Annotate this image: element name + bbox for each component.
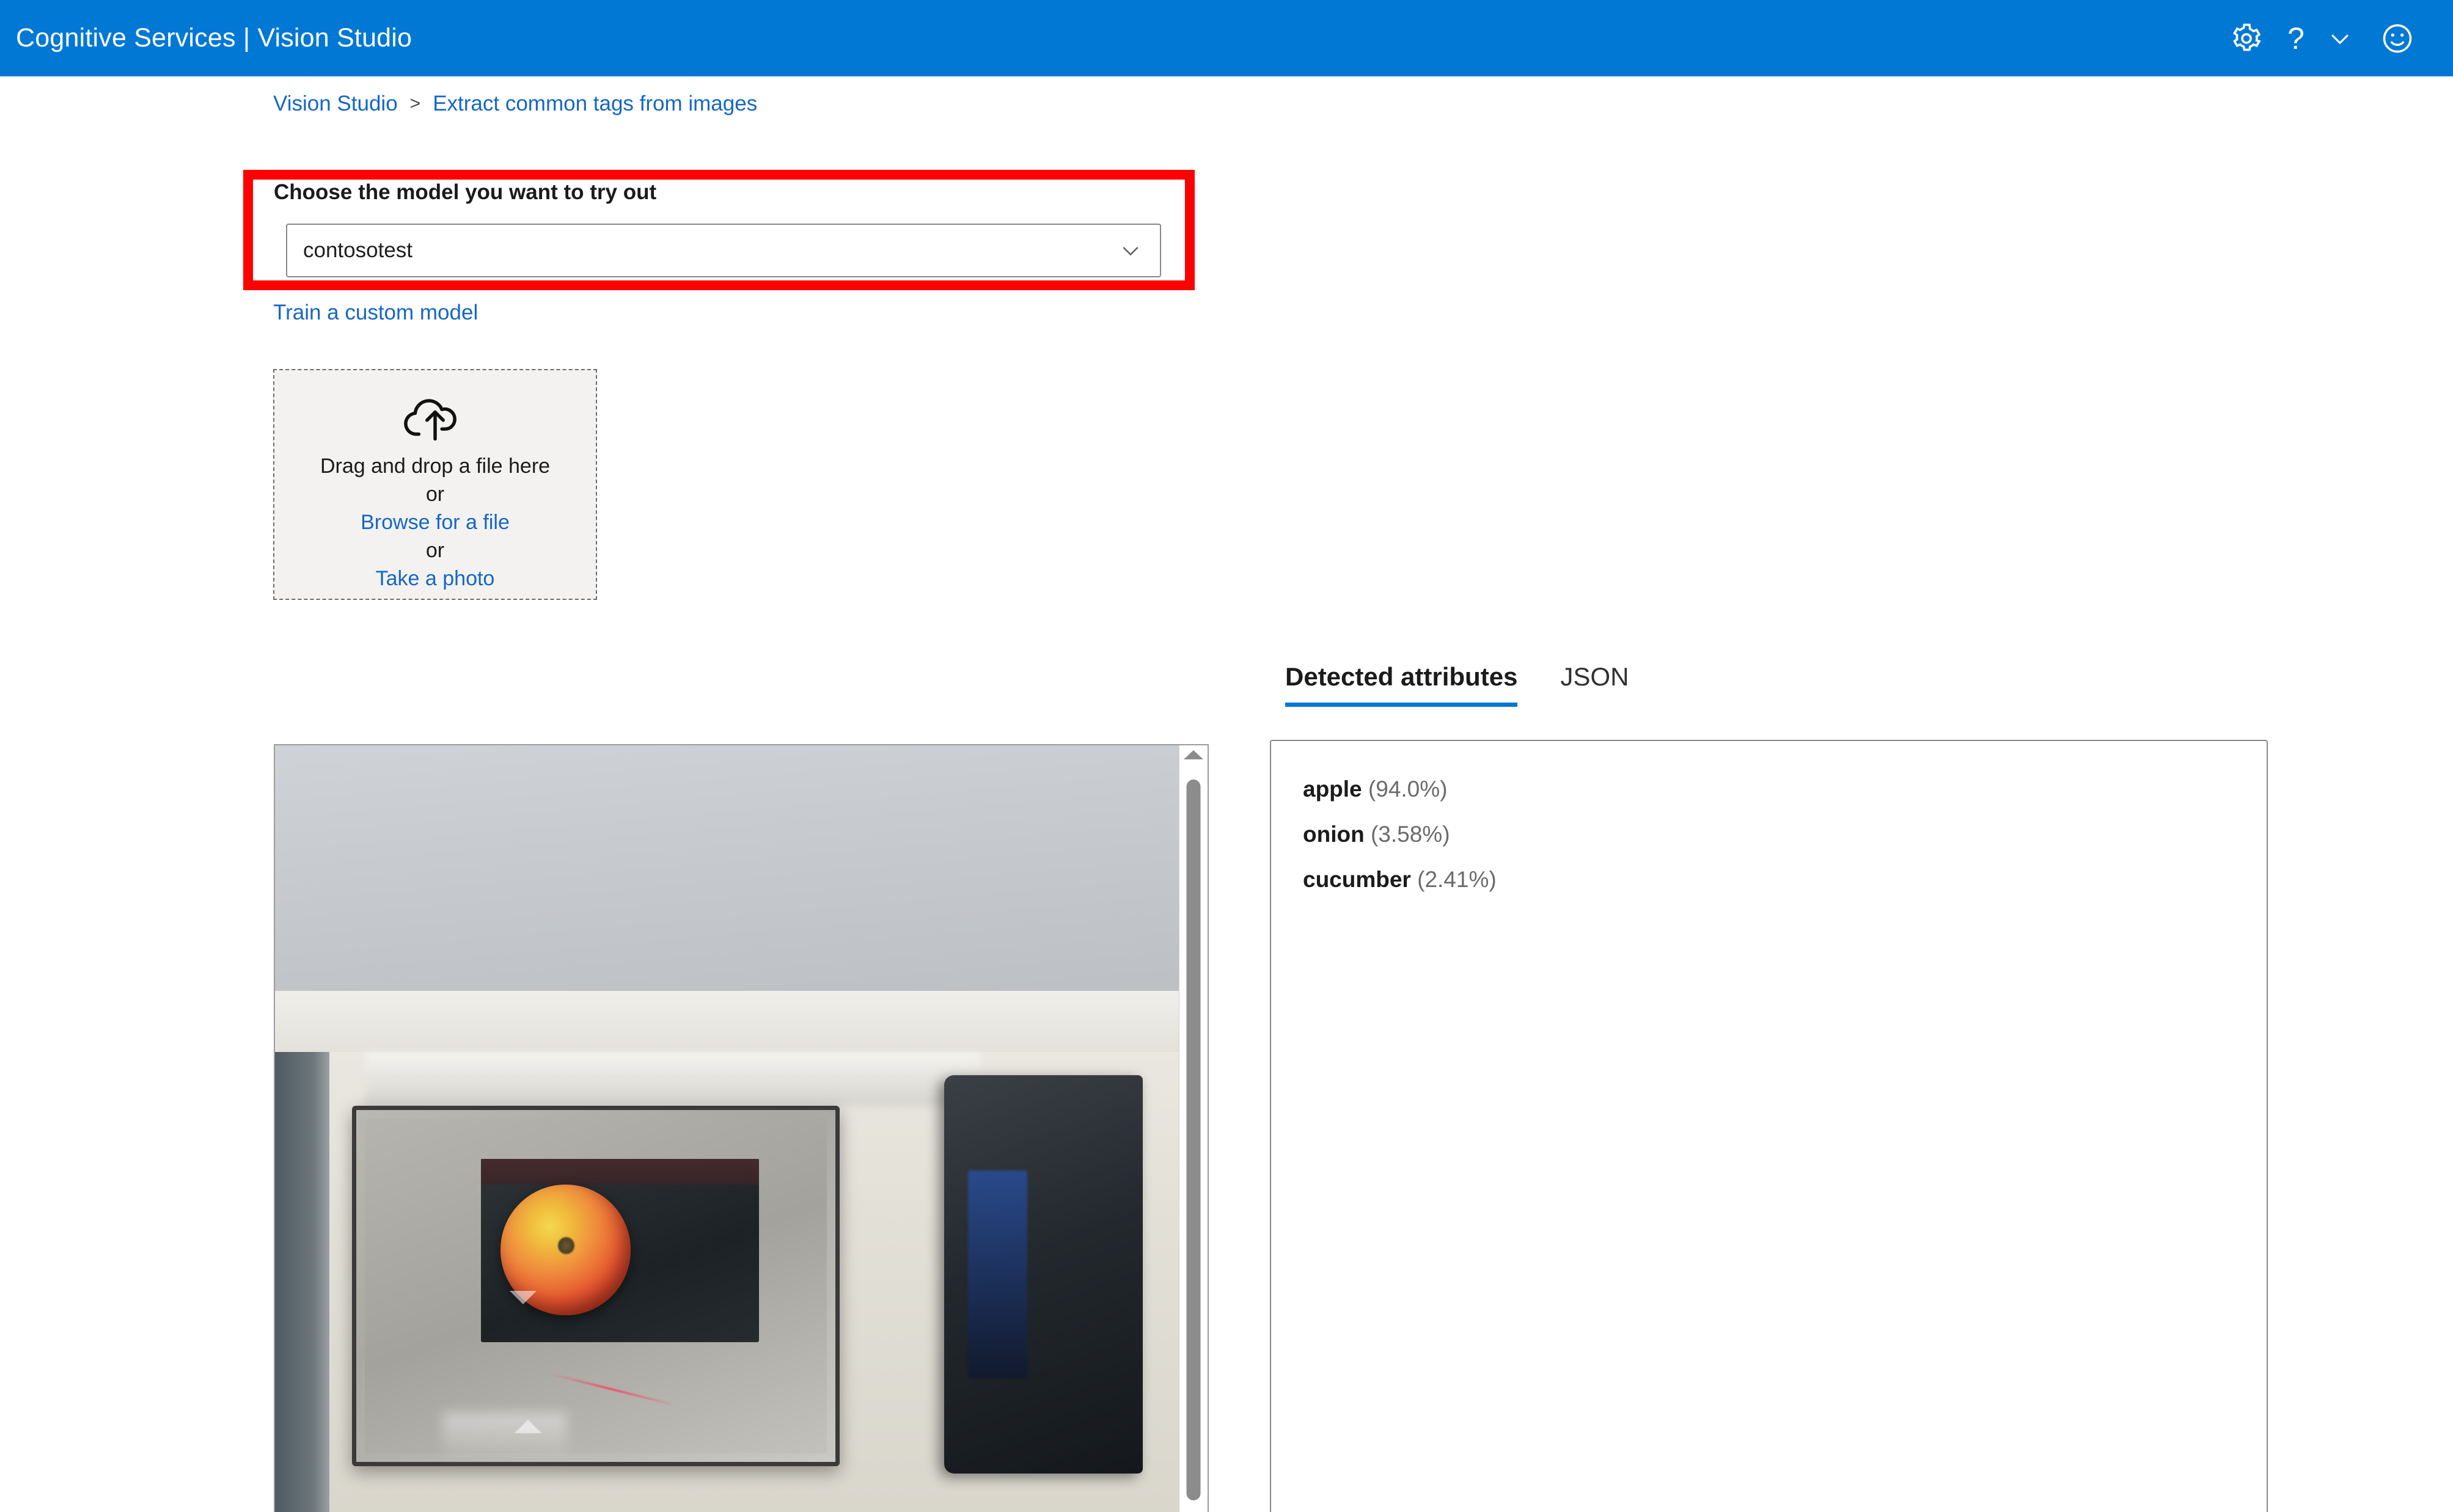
result-confidence: (3.58%) bbox=[1370, 822, 1450, 847]
app-header: Cognitive Services | Vision Studio ? bbox=[0, 0, 2453, 76]
file-dropzone[interactable]: Drag and drop a file here or Browse for … bbox=[273, 369, 597, 600]
cloud-upload-icon bbox=[402, 392, 469, 444]
list-item: cucumber (2.41%) bbox=[1303, 857, 2267, 902]
detected-attributes-panel: apple (94.0%) onion (3.58%) cucumber (2.… bbox=[1270, 740, 2268, 1512]
vertical-scrollbar[interactable] bbox=[1179, 745, 1208, 1512]
uploaded-image bbox=[275, 745, 1179, 1512]
list-item: onion (3.58%) bbox=[1303, 812, 2267, 857]
tab-json[interactable]: JSON bbox=[1560, 662, 1629, 707]
result-tag-name: onion bbox=[1303, 822, 1365, 847]
image-viewport bbox=[275, 745, 1179, 1512]
breadcrumb-separator-icon: > bbox=[409, 93, 421, 114]
result-confidence: (2.41%) bbox=[1417, 867, 1497, 892]
result-tag-name: apple bbox=[1303, 776, 1362, 802]
results-tabs: Detected attributes JSON bbox=[1285, 662, 1629, 707]
dropzone-or-1: or bbox=[425, 483, 445, 506]
triangle-up-icon[interactable] bbox=[1184, 750, 1204, 759]
breadcrumb: Vision Studio > Extract common tags from… bbox=[273, 92, 757, 116]
result-confidence: (94.0%) bbox=[1368, 776, 1448, 802]
list-item: apple (94.0%) bbox=[1303, 767, 2267, 812]
dropzone-primary-text: Drag and drop a file here bbox=[320, 455, 551, 478]
scrollbar-thumb[interactable] bbox=[1186, 780, 1201, 1500]
tab-detected-attributes[interactable]: Detected attributes bbox=[1285, 662, 1518, 707]
help-glyph: ? bbox=[2287, 21, 2304, 56]
model-select-value: contosotest bbox=[303, 238, 413, 262]
model-picker-label: Choose the model you want to try out bbox=[274, 180, 657, 204]
take-a-photo-link[interactable]: Take a photo bbox=[376, 564, 495, 593]
model-select-dropdown[interactable]: contosotest bbox=[286, 224, 1161, 277]
header-actions: ? bbox=[2217, 0, 2431, 76]
train-custom-model-link[interactable]: Train a custom model bbox=[273, 301, 478, 325]
dropzone-or-2: or bbox=[425, 539, 445, 562]
breadcrumb-item-vision-studio[interactable]: Vision Studio bbox=[273, 92, 398, 116]
chevron-down-icon[interactable] bbox=[2316, 9, 2364, 68]
breadcrumb-item-current[interactable]: Extract common tags from images bbox=[433, 92, 757, 116]
result-tag-name: cucumber bbox=[1303, 867, 1411, 892]
browse-for-file-link[interactable]: Browse for a file bbox=[361, 508, 510, 536]
chevron-down-icon bbox=[1117, 237, 1144, 264]
gear-icon[interactable] bbox=[2217, 9, 2276, 68]
app-title: Cognitive Services | Vision Studio bbox=[16, 23, 413, 53]
question-mark-icon[interactable]: ? bbox=[2276, 9, 2316, 68]
image-preview-panel bbox=[274, 744, 1209, 1512]
smiley-face-icon[interactable] bbox=[2364, 9, 2431, 68]
